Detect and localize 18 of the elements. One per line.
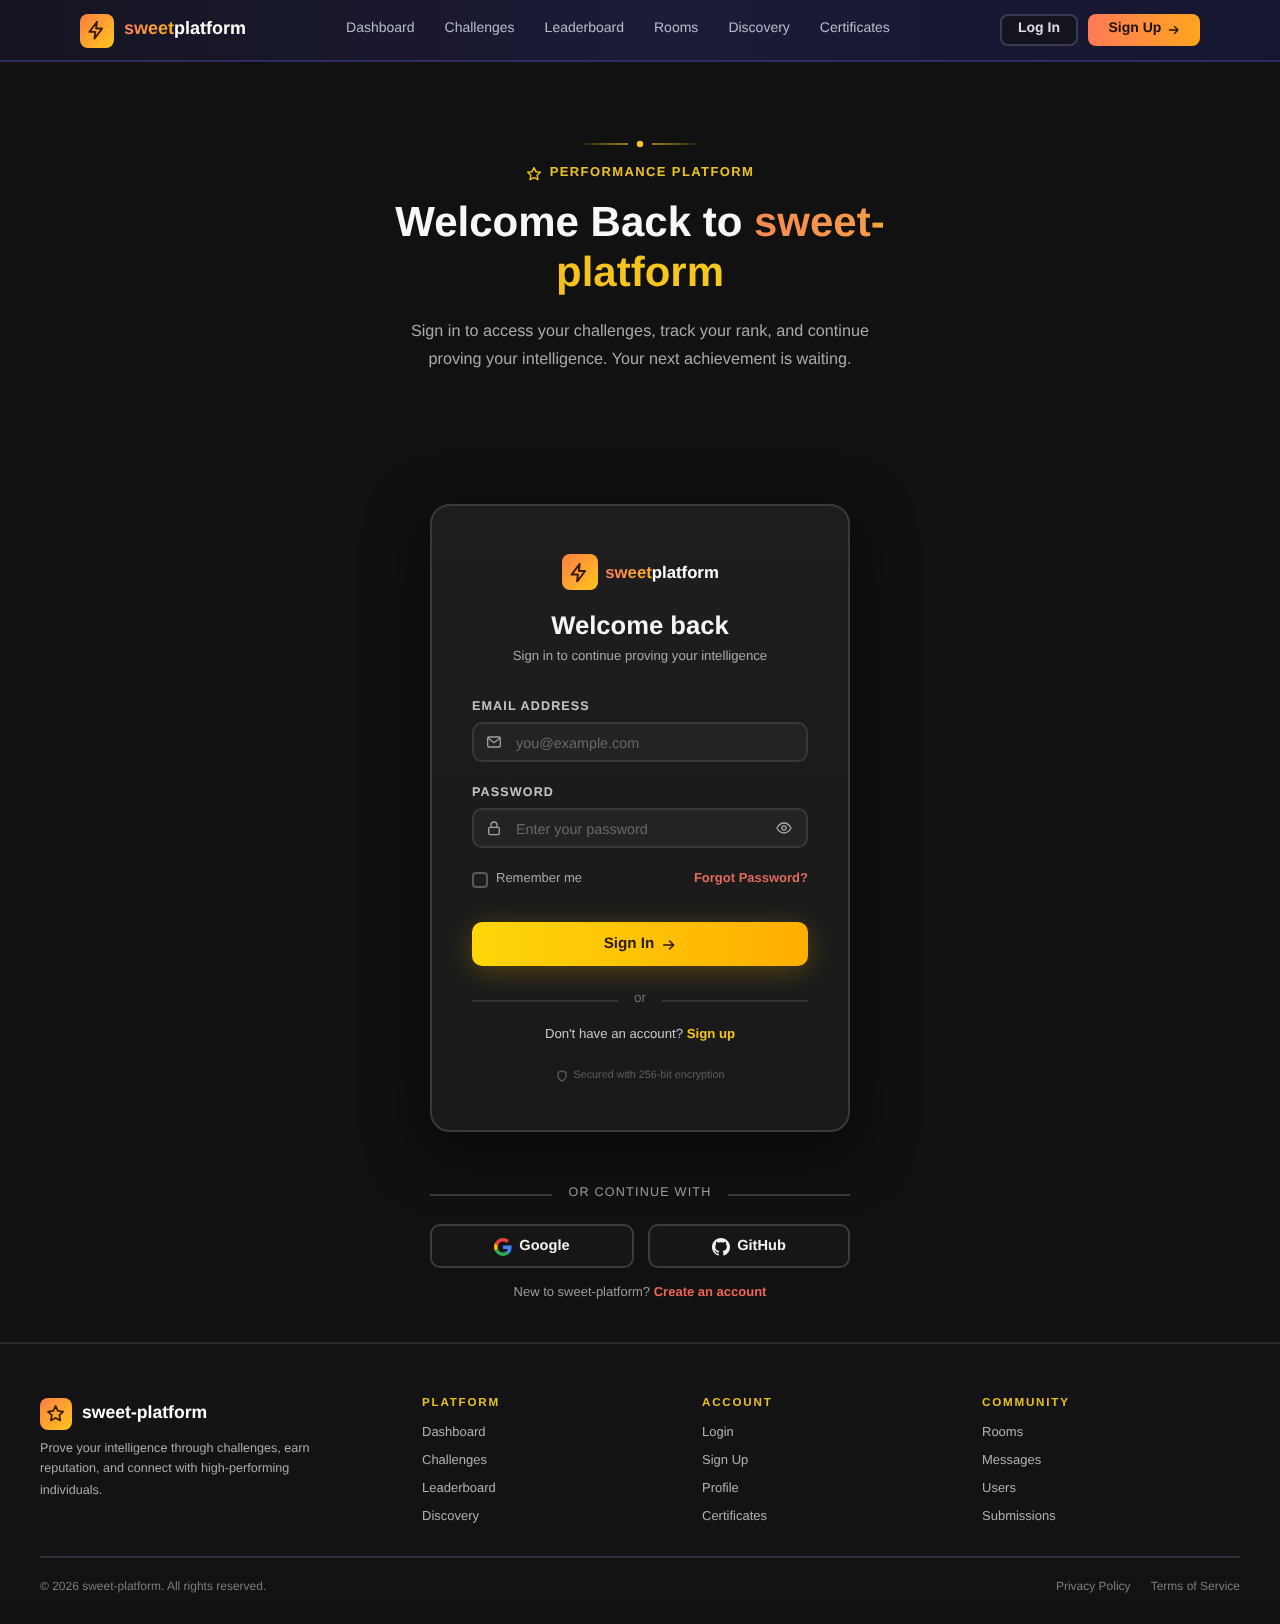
- google-icon: [493, 1237, 512, 1255]
- brand-logo-text: sweetplatform: [605, 559, 719, 585]
- lightning-icon: [80, 13, 114, 47]
- remember-checkbox[interactable]: [472, 872, 488, 888]
- hero-subtitle: Sign in to access your challenges, track your rank, and continue proving your intelligence. Your next achievement is waiting.: [408, 320, 871, 372]
- brand-logo-text: sweetplatform: [124, 16, 247, 43]
- lightning-icon: [561, 554, 598, 590]
- eye-icon[interactable]: [776, 820, 792, 836]
- arrow-right-icon: [1167, 24, 1180, 36]
- card-title: Welcome back: [549, 610, 731, 642]
- lock-icon: [486, 820, 502, 836]
- github-icon: [711, 1237, 730, 1255]
- arrow-right-icon: [662, 937, 677, 951]
- footer-brand-name: sweet-platform: [82, 1400, 208, 1427]
- mail-icon: [486, 734, 502, 750]
- shield-icon: [555, 1070, 568, 1082]
- ornament-icon: [578, 138, 702, 150]
- star-icon: [525, 166, 542, 182]
